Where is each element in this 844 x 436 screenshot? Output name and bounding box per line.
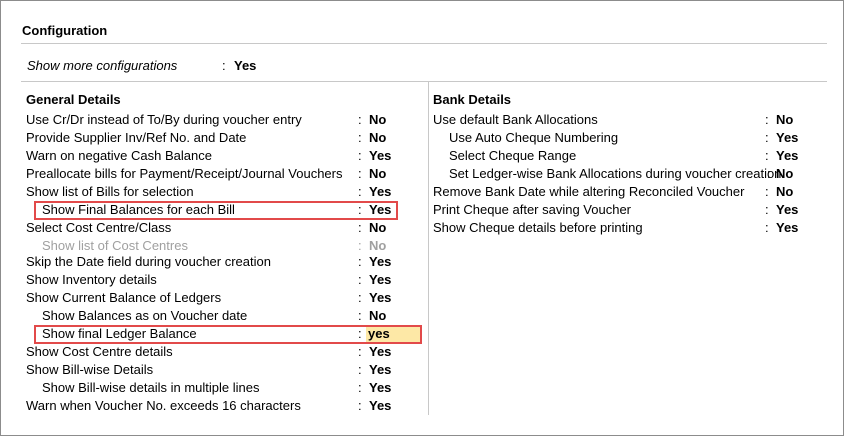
setting-label: Set Ledger-wise Bank Allocations during … [449, 166, 782, 181]
setting-label: Print Cheque after saving Voucher [433, 202, 632, 217]
setting-label: Preallocate bills for Payment/Receipt/Jo… [26, 166, 343, 181]
setting-label: Select Cheque Range [449, 148, 577, 163]
colon: : [765, 112, 769, 127]
setting-row-select-cost-centre[interactable]: Select Cost Centre/Class : No [1, 219, 428, 237]
colon: : [765, 148, 769, 163]
colon: : [765, 130, 769, 145]
setting-row-select-cheque-range[interactable]: Select Cheque Range : Yes [429, 147, 839, 165]
setting-row-list-of-bills[interactable]: Show list of Bills for selection : Yes [1, 183, 428, 201]
show-more-configurations-label: Show more configurations [27, 58, 178, 73]
bank-details-title: Bank Details [433, 92, 512, 107]
setting-label: Use Cr/Dr instead of To/By during vouche… [26, 112, 302, 127]
colon: : [358, 166, 362, 181]
setting-row-default-bank-allocations[interactable]: Use default Bank Allocations : No [429, 111, 839, 129]
colon: : [358, 130, 362, 145]
setting-value[interactable]: No [776, 165, 793, 183]
colon: : [358, 380, 362, 395]
setting-row-warn-voucher-no[interactable]: Warn when Voucher No. exceeds 16 charact… [1, 397, 428, 415]
colon: : [222, 58, 226, 73]
setting-value[interactable]: No [776, 183, 793, 201]
setting-label: Skip the Date field during voucher creat… [26, 254, 271, 269]
setting-row-inventory-details[interactable]: Show Inventory details : Yes [1, 271, 428, 289]
colon: : [358, 112, 362, 127]
colon: : [358, 308, 362, 323]
general-details-title: General Details [26, 92, 121, 107]
setting-row-preallocate-bills[interactable]: Preallocate bills for Payment/Receipt/Jo… [1, 165, 428, 183]
setting-label: Show Bill-wise details in multiple lines [42, 380, 260, 395]
setting-value[interactable]: Yes [369, 147, 391, 165]
setting-row-balances-voucher-date[interactable]: Show Balances as on Voucher date : No [1, 307, 428, 325]
colon: : [358, 398, 362, 413]
setting-row-remove-bank-date[interactable]: Remove Bank Date while altering Reconcil… [429, 183, 839, 201]
colon: : [358, 290, 362, 305]
setting-row-bill-wise-multiple-lines[interactable]: Show Bill-wise details in multiple lines… [1, 379, 428, 397]
highlight-box-final-ledger-balance [34, 325, 422, 344]
setting-value[interactable]: Yes [369, 397, 391, 415]
setting-label: Show Current Balance of Ledgers [26, 290, 222, 305]
setting-row-skip-date-field[interactable]: Skip the Date field during voucher creat… [1, 253, 428, 271]
setting-value[interactable]: No [369, 307, 386, 325]
colon: : [767, 166, 771, 181]
colon: : [358, 220, 362, 235]
setting-value[interactable]: No [369, 219, 386, 237]
setting-value[interactable]: No [369, 165, 386, 183]
setting-row-auto-cheque-numbering[interactable]: Use Auto Cheque Numbering : Yes [429, 129, 839, 147]
title-divider [21, 43, 827, 44]
setting-value[interactable]: No [369, 111, 386, 129]
setting-value[interactable]: Yes [369, 361, 391, 379]
setting-label: Provide Supplier Inv/Ref No. and Date [26, 130, 247, 145]
setting-row-supplier-inv[interactable]: Provide Supplier Inv/Ref No. and Date : … [1, 129, 428, 147]
colon: : [358, 148, 362, 163]
setting-value[interactable]: Yes [369, 183, 391, 201]
colon: : [765, 202, 769, 217]
colon: : [765, 220, 769, 235]
setting-label: Show Balances as on Voucher date [42, 308, 248, 323]
setting-value[interactable]: Yes [776, 147, 798, 165]
colon: : [358, 184, 362, 199]
setting-value[interactable]: Yes [369, 289, 391, 307]
setting-row-bill-wise-details[interactable]: Show Bill-wise Details : Yes [1, 361, 428, 379]
setting-row-cost-centre-details[interactable]: Show Cost Centre details : Yes [1, 343, 428, 361]
setting-row-ledger-wise-bank-allocations[interactable]: Set Ledger-wise Bank Allocations during … [429, 165, 839, 183]
setting-label: Show Inventory details [26, 272, 157, 287]
setting-label: Show Bill-wise Details [26, 362, 154, 377]
panel-title: Configuration [22, 23, 108, 38]
setting-value[interactable]: Yes [776, 129, 798, 147]
setting-value[interactable]: Yes [369, 379, 391, 397]
setting-label: Remove Bank Date while altering Reconcil… [433, 184, 745, 199]
setting-value[interactable]: No [369, 129, 386, 147]
setting-row-cheque-details-before-printing[interactable]: Show Cheque details before printing : Ye… [429, 219, 839, 237]
setting-row-warn-negative-cash[interactable]: Warn on negative Cash Balance : Yes [1, 147, 428, 165]
highlight-box-final-balances [34, 201, 398, 220]
configuration-panel: Configuration Show more configurations :… [0, 0, 844, 436]
show-more-configurations-value[interactable]: Yes [234, 58, 256, 73]
setting-label: Select Cost Centre/Class [26, 220, 172, 235]
setting-row-use-cr-dr[interactable]: Use Cr/Dr instead of To/By during vouche… [1, 111, 428, 129]
setting-row-current-balance-ledgers[interactable]: Show Current Balance of Ledgers : Yes [1, 289, 428, 307]
setting-value[interactable]: Yes [776, 201, 798, 219]
setting-label: Use default Bank Allocations [433, 112, 598, 127]
colon: : [358, 272, 362, 287]
setting-label: Show Cheque details before printing [433, 220, 643, 235]
colon: : [358, 344, 362, 359]
colon: : [765, 184, 769, 199]
setting-label: Warn on negative Cash Balance [26, 148, 212, 163]
colon: : [358, 362, 362, 377]
setting-value[interactable]: Yes [776, 219, 798, 237]
setting-value[interactable]: Yes [369, 253, 391, 271]
setting-value[interactable]: Yes [369, 343, 391, 361]
setting-value[interactable]: Yes [369, 271, 391, 289]
setting-label: Warn when Voucher No. exceeds 16 charact… [26, 398, 301, 413]
section-divider [21, 81, 827, 82]
setting-row-print-cheque[interactable]: Print Cheque after saving Voucher : Yes [429, 201, 839, 219]
setting-value[interactable]: No [776, 111, 793, 129]
setting-label: Use Auto Cheque Numbering [449, 130, 619, 145]
setting-label: Show Cost Centre details [26, 344, 173, 359]
colon: : [358, 254, 362, 269]
setting-label: Show list of Bills for selection [26, 184, 194, 199]
